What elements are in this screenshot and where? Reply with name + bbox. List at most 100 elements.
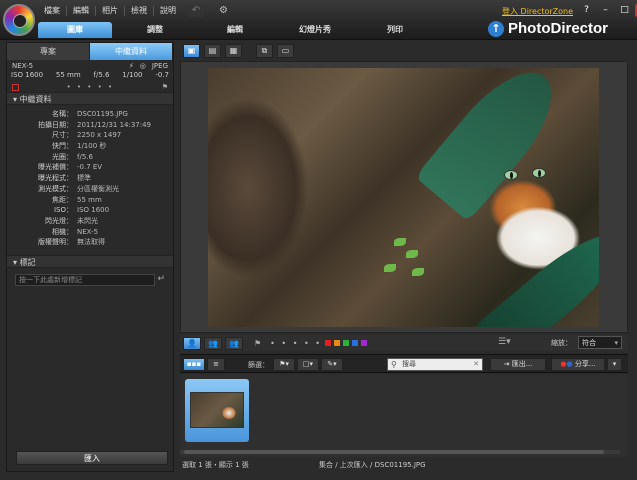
- zoom-select[interactable]: 符合: [578, 336, 622, 349]
- share-dropdown-icon[interactable]: ▾: [607, 358, 622, 371]
- metadata-key: 測光模式：: [38, 184, 73, 193]
- color-label-blue[interactable]: [351, 340, 358, 346]
- color-label-red[interactable]: [324, 340, 331, 346]
- export-button[interactable]: ⇥ 匯出...: [490, 358, 546, 371]
- gear-icon[interactable]: ⚙: [219, 5, 228, 16]
- metadata-key: 閃光燈：: [45, 216, 73, 225]
- metadata-section-title: 中繼資料: [19, 95, 52, 104]
- monitor-icon[interactable]: ▭: [277, 44, 294, 58]
- metadata-row: 焦距： 55 mm: [7, 195, 173, 206]
- metadata-key: 焦距：: [52, 195, 73, 204]
- file-format: JPEG: [151, 61, 168, 70]
- left-panel: 專案 中繼資料 NEX-5 ⚡ ◎ JPEG ISO 1600 55 mm f/…: [6, 42, 174, 472]
- metadata-value: f/5.6: [77, 152, 93, 161]
- tag-input[interactable]: 按一下此處新增標記: [15, 273, 155, 286]
- second-display-icon[interactable]: ⧉: [256, 44, 273, 58]
- pick-filter-icon[interactable]: ✎▾: [321, 358, 343, 371]
- single-view-icon[interactable]: ▣: [183, 44, 200, 58]
- brand-name: PhotoDirector: [508, 20, 609, 37]
- people-icon[interactable]: 👥: [204, 336, 222, 350]
- menu-help[interactable]: 說明: [154, 6, 182, 16]
- color-label-green[interactable]: [342, 340, 349, 346]
- metadata-key: 拍攝日期：: [38, 120, 73, 129]
- metadata-value: -0.7 EV: [77, 163, 103, 172]
- tab-print[interactable]: 列印: [358, 22, 432, 38]
- tags-section-header[interactable]: ▾ 標記: [7, 254, 173, 268]
- minimize-icon[interactable]: –: [597, 4, 614, 17]
- group-icon[interactable]: 👥: [225, 336, 243, 350]
- import-button[interactable]: 匯入: [16, 451, 168, 465]
- color-label-purple[interactable]: [360, 340, 367, 346]
- panel-tabs: 專案 中繼資料: [7, 43, 173, 60]
- menu-photo[interactable]: 相片: [96, 6, 125, 16]
- main-photo[interactable]: [208, 68, 599, 327]
- metadata-value: 55 mm: [77, 195, 102, 204]
- thumbnail-view-icon[interactable]: ▪▪▪: [183, 358, 205, 371]
- exif-focal: 55 mm: [55, 71, 81, 79]
- export-label: 匯出...: [511, 360, 533, 368]
- menu-view[interactable]: 檢視: [125, 6, 154, 16]
- horizontal-scrollbar[interactable]: [180, 450, 620, 454]
- tab-slideshow[interactable]: 幻燈片秀: [278, 22, 352, 38]
- tab-edit[interactable]: 編輯: [198, 22, 272, 38]
- grid-view-icon[interactable]: ▦: [225, 44, 242, 58]
- enter-icon[interactable]: ↵: [157, 274, 165, 284]
- metering-icon: ◎: [139, 61, 146, 70]
- tab-adjust[interactable]: 調整: [118, 22, 192, 38]
- photo-sprout: [384, 264, 396, 272]
- clear-search-icon[interactable]: ✕: [473, 359, 479, 370]
- list-view-icon[interactable]: ≡: [207, 358, 225, 371]
- metadata-section-header[interactable]: ▾ 中繼資料: [7, 92, 173, 105]
- metadata-row: 名稱： DSC01195.JPG: [7, 109, 173, 120]
- app-logo-icon[interactable]: [3, 4, 35, 36]
- rating-stars[interactable]: • • • • •: [23, 83, 158, 91]
- metadata-row: 光圈： f/5.6: [7, 152, 173, 163]
- metadata-key: ISO：: [53, 206, 73, 215]
- photo-leaf: [471, 219, 599, 327]
- flag-icon[interactable]: ⚑: [254, 339, 261, 348]
- menu-edit[interactable]: 編輯: [67, 6, 96, 16]
- metadata-value: 分區權衡測光: [77, 184, 119, 193]
- metadata-key: 版權聲明：: [38, 238, 73, 247]
- photo-sprout: [394, 238, 406, 246]
- tab-project[interactable]: 專案: [7, 43, 90, 60]
- tab-library[interactable]: 圖庫: [38, 22, 112, 38]
- tab-metadata[interactable]: 中繼資料: [90, 43, 173, 60]
- metadata-row: 閃光燈： 未閃光: [7, 216, 173, 227]
- person-icon[interactable]: 👤: [183, 336, 201, 350]
- collection-path: 集合 / 上次匯入 / DSC01195.JPG: [319, 461, 426, 469]
- rating-filter[interactable]: • • • • •: [270, 339, 322, 348]
- upload-arrow-icon[interactable]: ↑: [488, 20, 504, 37]
- color-filter-icon[interactable]: □▾: [297, 358, 319, 371]
- help-icon[interactable]: ?: [578, 4, 595, 17]
- metadata-key: 光圈：: [52, 152, 73, 161]
- search-icon: ⚲: [391, 360, 397, 369]
- metadata-row: 快門： 1/100 秒: [7, 141, 173, 152]
- metadata-key: 尺寸：: [52, 131, 73, 140]
- rating-row: • • • • • ⚑: [7, 82, 173, 92]
- flag-filter-icon[interactable]: ⚑▾: [273, 358, 295, 371]
- photo-viewer: [180, 61, 628, 333]
- search-input[interactable]: ⚲ 搜尋 ✕: [387, 358, 483, 371]
- metadata-list: 名稱： DSC01195.JPG 拍攝日期： 2011/12/31 14:37:49 尺…: [7, 105, 173, 252]
- metadata-row: 版權聲明： 無法取得: [7, 237, 173, 248]
- search-placeholder: 搜尋: [402, 360, 416, 368]
- undo-icon[interactable]: ↶: [188, 5, 204, 17]
- compare-view-icon[interactable]: ▤: [204, 44, 221, 58]
- maximize-icon[interactable]: □: [616, 4, 633, 17]
- app-window: 檔案 編輯 相片 檢視 說明 ↶ ⚙ 圖庫 調整 編輯 幻燈片秀 列印 登入 D…: [0, 0, 637, 480]
- flash-icon: ⚡: [128, 61, 134, 70]
- menu-file[interactable]: 檔案: [38, 6, 67, 16]
- filter-label: 篩選：: [248, 361, 269, 369]
- signin-link[interactable]: 登入 DirectorZone: [502, 6, 573, 17]
- metadata-row: 相機： NEX-5: [7, 227, 173, 238]
- sort-icon[interactable]: ☰▾: [498, 337, 511, 347]
- window-controls: ? – □ ✕: [578, 4, 637, 17]
- photo-thumbnail[interactable]: [185, 379, 249, 442]
- color-label-orange[interactable]: [333, 340, 340, 346]
- share-button[interactable]: ●● 分享...: [551, 358, 605, 371]
- metadata-key: 快門：: [52, 142, 73, 151]
- label-flag-icon[interactable]: ⚑: [162, 83, 168, 91]
- tags-section-title: 標記: [19, 257, 36, 267]
- flag-checkbox[interactable]: [12, 83, 19, 91]
